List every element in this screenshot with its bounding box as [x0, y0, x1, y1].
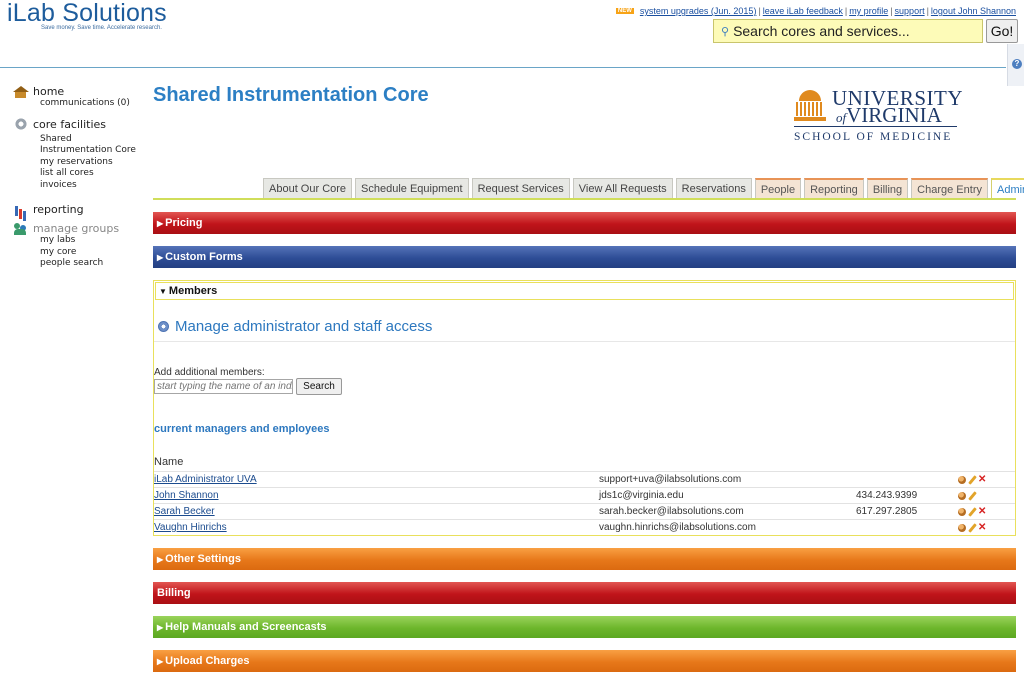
- pencil-icon[interactable]: [968, 476, 976, 484]
- person-icon[interactable]: [958, 491, 966, 500]
- triangle-right-icon: ▶: [157, 554, 164, 564]
- tab-request-services[interactable]: Request Services: [471, 178, 570, 199]
- member-name-link[interactable]: Vaughn Hinrichs: [154, 522, 227, 533]
- help-manuals-section-header[interactable]: ▶ Help Manuals and Screencasts: [153, 616, 1016, 638]
- member-phone: 434.243.9399: [856, 490, 918, 501]
- uva-name-line2: ofVIRGINIA: [836, 103, 942, 127]
- delete-icon[interactable]: ✕: [978, 474, 986, 484]
- home-icon: [13, 85, 29, 98]
- table-row: Sarah Becker sarah.becker@ilabsolutions.…: [154, 503, 1015, 519]
- page-title: Shared Instrumentation Core: [153, 84, 429, 106]
- uva-school: SCHOOL OF MEDICINE: [794, 131, 953, 143]
- member-name-link[interactable]: Sarah Becker: [154, 506, 215, 517]
- pencil-icon[interactable]: [968, 524, 976, 532]
- member-email: vaughn.hinrichs@ilabsolutions.com: [599, 522, 756, 533]
- info-icon: [158, 321, 169, 332]
- other-settings-section-header[interactable]: ▶ Other Settings: [153, 548, 1016, 570]
- tab-about[interactable]: About Our Core: [263, 178, 353, 199]
- person-icon[interactable]: [958, 475, 966, 484]
- triangle-right-icon: ▶: [157, 622, 164, 632]
- tab-reservations[interactable]: Reservations: [675, 178, 752, 199]
- pencil-icon[interactable]: [968, 492, 976, 500]
- triangle-right-icon: ▶: [157, 252, 164, 262]
- go-button[interactable]: Go!: [986, 19, 1018, 43]
- manage-access-title: Manage administrator and staff access: [158, 318, 432, 335]
- sidebar-item-people-search[interactable]: people search: [40, 258, 144, 270]
- support-link[interactable]: support: [895, 6, 925, 16]
- triangle-right-icon: ▶: [157, 218, 164, 228]
- member-phone: 617.297.2805: [856, 506, 918, 517]
- upload-charges-section-header[interactable]: ▶ Upload Charges: [153, 650, 1016, 672]
- people-icon: [14, 222, 28, 235]
- sidebar-item-my-core[interactable]: my core: [40, 247, 144, 259]
- tab-administration[interactable]: Administration: [990, 178, 1024, 199]
- triangle-down-icon: ▼: [159, 286, 167, 296]
- rotunda-icon: [794, 90, 826, 122]
- logout-link[interactable]: logout John Shannon: [931, 6, 1016, 16]
- feedback-link[interactable]: leave iLab feedback: [763, 6, 843, 16]
- delete-icon[interactable]: ✕: [978, 522, 986, 532]
- system-upgrades-link[interactable]: system upgrades (Jun. 2015): [640, 6, 757, 16]
- uva-logo: UNIVERSITY ofVIRGINIA SCHOOL OF MEDICINE: [794, 88, 963, 148]
- sidebar: home communications (0) core facilities …: [13, 83, 144, 270]
- delete-icon[interactable]: ✕: [978, 506, 986, 516]
- tab-billing[interactable]: Billing: [866, 178, 909, 199]
- add-member-input[interactable]: [154, 379, 293, 394]
- search-icon: ⚲: [721, 25, 730, 38]
- pencil-icon[interactable]: [968, 508, 976, 516]
- member-email: sarah.becker@ilabsolutions.com: [599, 506, 744, 517]
- sidebar-item-my-labs[interactable]: my labs: [40, 235, 144, 247]
- my-profile-link[interactable]: my profile: [849, 6, 888, 16]
- sidebar-item-invoices[interactable]: invoices: [40, 180, 144, 192]
- top-links: NEW system upgrades (Jun. 2015) | leave iLa…: [615, 6, 1016, 16]
- table-row: Vaughn Hinrichs vaughn.hinrichs@ilabsolu…: [154, 519, 1015, 535]
- tab-people[interactable]: People: [754, 178, 802, 199]
- tab-schedule-equipment[interactable]: Schedule Equipment: [355, 178, 469, 199]
- logo-tagline: Save money. Save time. Accelerate resear…: [41, 25, 162, 31]
- help-icon: ?: [1012, 59, 1022, 69]
- bar-chart-icon: [14, 204, 28, 216]
- table-row: iLab Administrator UVA support+uva@ilabs…: [154, 471, 1015, 487]
- member-email: jds1c@virginia.edu: [599, 490, 684, 501]
- current-members-title: current managers and employees: [154, 423, 330, 435]
- billing-section-header[interactable]: Billing: [153, 582, 1016, 604]
- member-name-link[interactable]: John Shannon: [154, 490, 219, 501]
- logo-title: iLab Solutions: [7, 0, 167, 27]
- sidebar-home[interactable]: home: [13, 85, 144, 98]
- members-section-header[interactable]: ▼ Members: [155, 282, 1014, 300]
- member-name-link[interactable]: iLab Administrator UVA: [154, 474, 257, 485]
- search-input[interactable]: ⚲ Search cores and services...: [713, 19, 983, 43]
- search-placeholder: Search cores and services...: [733, 23, 910, 39]
- table-row: John Shannon jds1c@virginia.edu 434.243.…: [154, 487, 1015, 503]
- custom-forms-section-header[interactable]: ▶ Custom Forms: [153, 246, 1016, 268]
- member-email: support+uva@ilabsolutions.com: [599, 474, 742, 485]
- name-column-header: Name: [154, 456, 184, 468]
- sidebar-item-list-all-cores[interactable]: list all cores: [40, 168, 144, 180]
- tab-charge-entry[interactable]: Charge Entry: [911, 178, 988, 199]
- pricing-section-header[interactable]: ▶ Pricing: [153, 212, 1016, 234]
- sidebar-manage-groups[interactable]: manage groups: [14, 222, 144, 235]
- triangle-right-icon: ▶: [157, 656, 164, 666]
- tab-bar: About Our Core Schedule Equipment Reques…: [263, 178, 1024, 199]
- new-badge: NEW: [615, 8, 634, 14]
- uva-of: of: [836, 110, 847, 125]
- help-side-tab[interactable]: ?: [1007, 44, 1024, 86]
- ilab-logo[interactable]: iLab Solutions Save money. Save time. Ac…: [7, 0, 167, 31]
- tab-reporting[interactable]: Reporting: [804, 178, 864, 199]
- header-divider: [0, 67, 1006, 68]
- tab-view-all-requests[interactable]: View All Requests: [572, 178, 673, 199]
- person-icon[interactable]: [958, 507, 966, 516]
- gear-icon: [14, 118, 28, 130]
- sidebar-item-my-reservations[interactable]: my reservations: [40, 157, 144, 169]
- sidebar-item-communications[interactable]: communications (0): [40, 98, 144, 110]
- sidebar-reporting[interactable]: reporting: [14, 203, 144, 216]
- member-search-button[interactable]: Search: [296, 378, 342, 395]
- members-table: iLab Administrator UVA support+uva@ilabs…: [154, 471, 1015, 535]
- members-section: ▼ Members Manage administrator and staff …: [153, 280, 1016, 536]
- sidebar-core-facilities[interactable]: core facilities: [14, 118, 144, 131]
- add-members-label: Add additional members:: [154, 367, 265, 378]
- sidebar-item-shared-instrumentation[interactable]: Shared Instrumentation Core: [40, 134, 140, 157]
- person-icon[interactable]: [958, 523, 966, 532]
